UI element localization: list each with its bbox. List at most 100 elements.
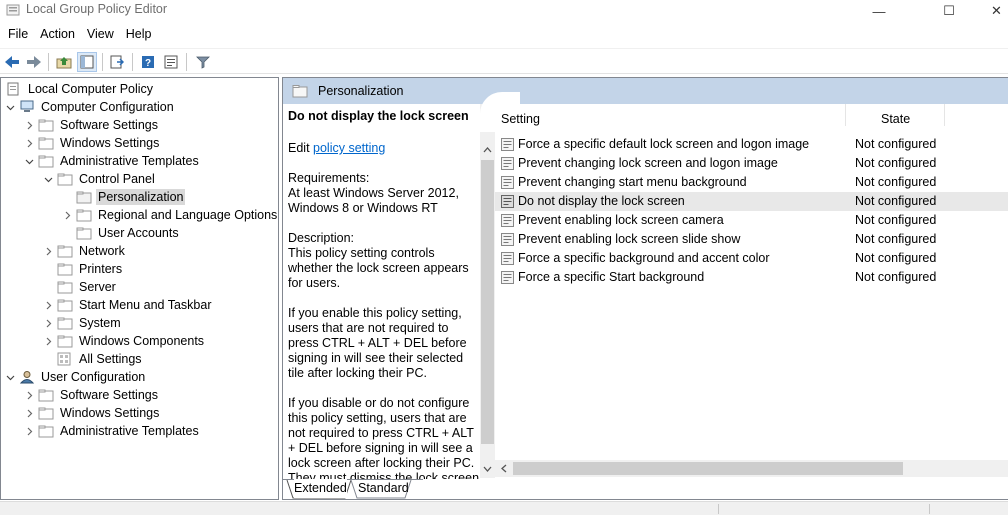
chevron-right-icon[interactable]	[23, 119, 35, 131]
folder-icon	[38, 136, 54, 150]
column-separator[interactable]	[944, 104, 945, 126]
chevron-right-icon[interactable]	[42, 335, 54, 347]
filter-icon	[196, 56, 210, 69]
user-icon	[19, 370, 35, 384]
chevron-down-icon[interactable]	[23, 155, 35, 167]
description-scrollbar[interactable]	[480, 104, 495, 478]
help-button[interactable]: ?	[138, 52, 158, 72]
list-item[interactable]: Force a specific Start background Not co…	[495, 268, 1008, 287]
tree-node-computer-configuration[interactable]: Computer Configuration	[4, 98, 176, 116]
column-header-setting[interactable]: Setting	[501, 112, 540, 130]
list-item[interactable]: Prevent changing start menu background N…	[495, 173, 1008, 192]
tree-node-all-settings[interactable]: All Settings	[57, 350, 144, 368]
tree-node-network[interactable]: Network	[42, 242, 127, 260]
filter-button[interactable]	[193, 52, 213, 72]
policy-setting-icon	[501, 138, 514, 151]
show-hide-tree-button[interactable]	[77, 52, 97, 72]
setting-state: Not configured	[855, 213, 937, 227]
setting-name: Force a specific Start background	[518, 270, 705, 284]
list-item-selected[interactable]: Do not display the lock screen Not confi…	[495, 192, 1008, 211]
chevron-right-icon[interactable]	[61, 209, 73, 221]
up-folder-button[interactable]	[54, 52, 74, 72]
forward-icon	[27, 56, 41, 68]
menu-view[interactable]: View	[81, 24, 120, 46]
tab-extended[interactable]: Extended	[294, 479, 347, 498]
tree-node-windows-components[interactable]: Windows Components	[42, 332, 206, 350]
tree-node-cc-software-settings[interactable]: Software Settings	[23, 116, 160, 134]
list-item[interactable]: Force a specific default lock screen and…	[495, 135, 1008, 154]
edit-line: Edit policy setting	[288, 141, 480, 156]
tree-node-label: Network	[79, 244, 125, 258]
tree-node-system[interactable]: System	[42, 314, 123, 332]
chevron-right-icon[interactable]	[42, 245, 54, 257]
policy-setting-icon	[501, 252, 514, 265]
tree-node-start-menu[interactable]: Start Menu and Taskbar	[42, 296, 213, 314]
properties-button[interactable]	[161, 52, 181, 72]
setting-name: Force a specific background and accent c…	[518, 251, 770, 265]
policy-setting-icon	[501, 176, 514, 189]
tree-node-personalization[interactable]: Personalization	[76, 188, 186, 206]
settings-list[interactable]: Setting State Force a specific default l…	[495, 104, 1008, 479]
maximize-button[interactable]: ☐	[926, 0, 972, 22]
tree-node-label: Software Settings	[60, 388, 158, 402]
scroll-thumb[interactable]	[513, 462, 903, 475]
tree-node-label: User Configuration	[41, 370, 146, 384]
description-label: Description:	[288, 231, 354, 245]
folder-icon	[57, 334, 73, 348]
tab-standard[interactable]: Standard	[358, 479, 409, 498]
chevron-down-icon[interactable]	[4, 371, 16, 383]
tree-node-user-accounts[interactable]: User Accounts	[76, 224, 181, 242]
chevron-down-icon[interactable]	[4, 101, 16, 113]
chevron-down-icon[interactable]	[42, 173, 54, 185]
folder-icon	[76, 208, 92, 222]
navigation-tree[interactable]: Local Computer Policy Computer Configura…	[0, 77, 279, 500]
column-separator[interactable]	[845, 104, 846, 126]
back-button[interactable]	[2, 52, 22, 72]
tree-node-server[interactable]: Server	[57, 278, 118, 296]
list-item[interactable]: Prevent changing lock screen and logon i…	[495, 154, 1008, 173]
tree-node-local-computer-policy[interactable]: Local Computer Policy	[6, 80, 155, 98]
tree-node-cc-administrative-templates[interactable]: Administrative Templates	[23, 152, 201, 170]
setting-state: Not configured	[855, 232, 937, 246]
view-tabs: Extended Standard	[283, 479, 1008, 499]
scroll-up-icon[interactable]	[480, 142, 495, 158]
column-header-state[interactable]: State	[881, 112, 910, 130]
status-separator	[718, 504, 719, 514]
menu-file[interactable]: File	[2, 24, 34, 46]
menu-action[interactable]: Action	[34, 24, 81, 46]
policy-document-icon	[6, 82, 22, 96]
chevron-right-icon[interactable]	[23, 389, 35, 401]
requirements-label: Requirements:	[288, 171, 370, 185]
scroll-left-icon[interactable]	[495, 460, 512, 477]
up-folder-icon	[56, 57, 72, 69]
chevron-right-icon[interactable]	[42, 317, 54, 329]
chevron-right-icon[interactable]	[23, 425, 35, 437]
minimize-button[interactable]: —	[856, 0, 902, 22]
chevron-right-icon[interactable]	[23, 407, 35, 419]
chevron-right-icon[interactable]	[23, 137, 35, 149]
forward-button[interactable]	[24, 52, 44, 72]
tree-node-user-configuration[interactable]: User Configuration	[4, 368, 147, 386]
tree-node-uc-software-settings[interactable]: Software Settings	[23, 386, 160, 404]
menu-help[interactable]: Help	[120, 24, 158, 46]
tree-node-cc-windows-settings[interactable]: Windows Settings	[23, 134, 161, 152]
list-item[interactable]: Force a specific background and accent c…	[495, 249, 1008, 268]
tree-node-regional[interactable]: Regional and Language Options	[61, 206, 278, 224]
edit-policy-link[interactable]: policy setting	[313, 141, 385, 155]
list-horizontal-scrollbar[interactable]	[495, 460, 1008, 477]
scroll-thumb[interactable]	[481, 160, 494, 444]
maximize-icon: ☐	[943, 3, 955, 18]
tree-node-control-panel[interactable]: Control Panel	[42, 170, 157, 188]
close-button[interactable]: ✕	[985, 0, 1008, 22]
tree-node-uc-windows-settings[interactable]: Windows Settings	[23, 404, 161, 422]
folder-icon	[57, 280, 73, 294]
export-list-button[interactable]	[107, 52, 127, 72]
chevron-right-icon[interactable]	[42, 299, 54, 311]
list-item[interactable]: Prevent enabling lock screen camera Not …	[495, 211, 1008, 230]
list-item[interactable]: Prevent enabling lock screen slide show …	[495, 230, 1008, 249]
setting-state: Not configured	[855, 251, 937, 265]
setting-state: Not configured	[855, 194, 937, 208]
tree-node-uc-administrative-templates[interactable]: Administrative Templates	[23, 422, 201, 440]
tree-node-printers[interactable]: Printers	[57, 260, 124, 278]
scroll-down-icon[interactable]	[480, 460, 495, 478]
